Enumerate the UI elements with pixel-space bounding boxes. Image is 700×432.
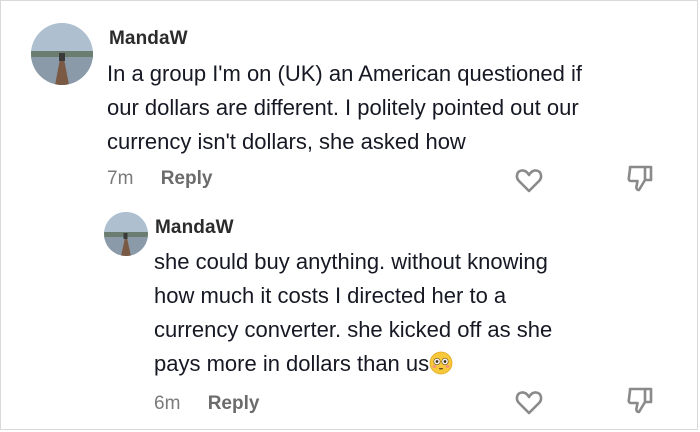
comment-line: pays more in dollars than us [154, 351, 430, 376]
avatar-photo [104, 212, 148, 256]
comment-line-with-emoji: pays more in dollars than us [154, 347, 552, 381]
comment-username[interactable]: MandaW [155, 217, 234, 239]
comment-username[interactable]: MandaW [109, 28, 188, 50]
comment-meta: 6m Reply [154, 393, 259, 415]
avatar[interactable] [31, 23, 93, 85]
avatar[interactable] [104, 212, 148, 256]
heart-outline-icon[interactable] [514, 165, 544, 195]
comment-thread: MandaW In a group I'm on (UK) an America… [0, 0, 698, 430]
comment-timestamp: 6m [154, 393, 181, 414]
flushed-face-emoji [429, 351, 453, 375]
comment-line: In a group I'm on (UK) an American quest… [107, 61, 583, 86]
comment-line: how much it costs I directed her to a [154, 283, 507, 308]
comment-meta: 7m Reply [107, 168, 212, 190]
reply-button[interactable]: Reply [208, 393, 260, 414]
avatar-photo [31, 23, 93, 85]
comment-line: currency isn't dollars, she asked how [107, 129, 466, 154]
reply-button[interactable]: Reply [161, 168, 213, 189]
comment-text: she could buy anything. without knowing … [154, 245, 552, 381]
comment-line: currency converter. she kicked off as sh… [154, 317, 553, 342]
comment-line: she could buy anything. without knowing [154, 249, 548, 274]
heart-outline-icon[interactable] [514, 387, 544, 417]
comment-text: In a group I'm on (UK) an American quest… [107, 57, 582, 159]
comment-line: our dollars are different. I politely po… [107, 95, 579, 120]
thumbs-down-outline-icon[interactable] [625, 385, 655, 415]
comment-timestamp: 7m [107, 168, 134, 189]
thumbs-down-outline-icon[interactable] [625, 163, 655, 193]
